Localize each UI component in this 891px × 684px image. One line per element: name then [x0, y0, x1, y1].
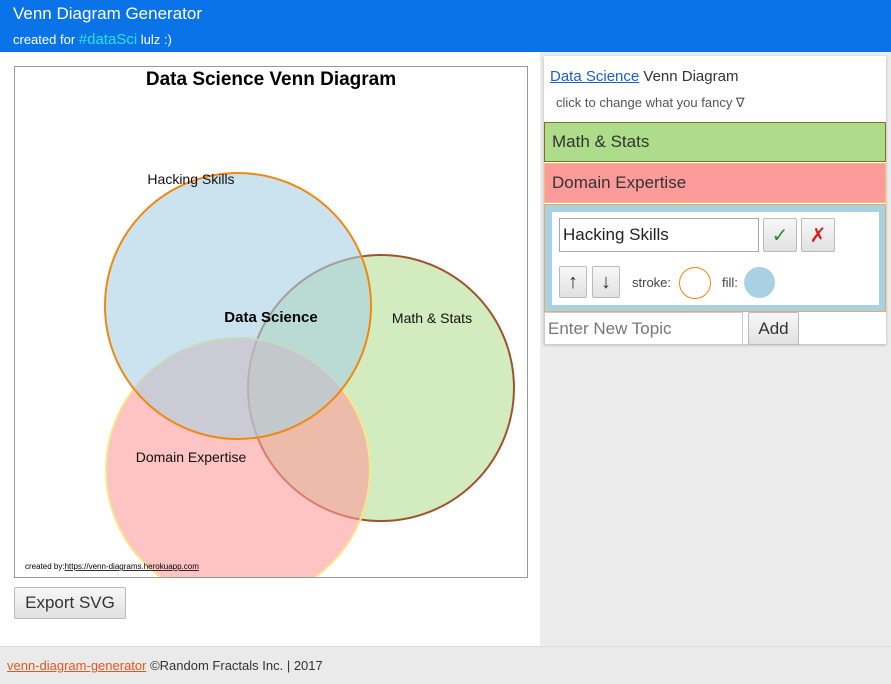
credit-link[interactable]: https://venn-diagrams.herokuapp.com	[65, 562, 200, 571]
heading-suffix: Venn Diagram	[643, 68, 739, 85]
new-topic-input[interactable]	[544, 312, 743, 345]
label-hacking-skills: Hacking Skills	[147, 171, 234, 187]
stroke-color-picker[interactable]	[679, 267, 711, 299]
delete-button[interactable]: ✗	[801, 218, 835, 252]
subtitle-prefix: created for	[13, 32, 76, 47]
label-math-stats: Math & Stats	[392, 310, 472, 326]
topic-editor: ✓ ✗ ↑ ↓ stroke: fill:	[544, 204, 886, 312]
confirm-button[interactable]: ✓	[763, 218, 797, 252]
export-svg-button[interactable]: Export SVG	[14, 587, 126, 619]
footer-text: ©Random Fractals Inc. | 2017	[150, 658, 323, 673]
hashtag-link[interactable]: #dataSci	[79, 31, 137, 48]
panel-heading: Data Science Venn Diagram	[550, 68, 738, 85]
credit-text: created by:https://venn-diagrams.herokua…	[25, 562, 199, 571]
topic-name-input[interactable]	[559, 218, 759, 252]
venn-circle-hacking-skills[interactable]	[104, 172, 372, 440]
topics-panel: Data Science Venn Diagram click to chang…	[540, 52, 891, 646]
credit-prefix: created by:	[25, 562, 65, 571]
app-header: Venn Diagram Generator created for #data…	[0, 0, 891, 52]
fill-color-picker[interactable]	[744, 267, 775, 298]
fill-label: fill:	[722, 275, 738, 290]
topic-item-domain-expertise[interactable]: Domain Expertise	[544, 163, 886, 203]
label-domain-expertise: Domain Expertise	[136, 449, 247, 465]
arrow-up-icon: ↑	[568, 270, 578, 293]
footer-link[interactable]: venn-diagram-generator	[7, 658, 146, 673]
diagram-title: Data Science Venn Diagram	[146, 69, 396, 90]
topic-editor-body: ✓ ✗ ↑ ↓ stroke: fill:	[552, 212, 879, 305]
venn-diagram-frame: Data Science Venn Diagram Hacking Skills…	[14, 66, 528, 603]
page-footer: venn-diagram-generator ©Random Fractals …	[0, 646, 891, 684]
diagram-panel: Data Science Venn Diagram Hacking Skills…	[0, 52, 540, 646]
move-down-button[interactable]: ↓	[592, 266, 620, 298]
stroke-label: stroke:	[632, 275, 672, 290]
venn-diagram-svg: Data Science Venn Diagram Hacking Skills…	[25, 69, 515, 603]
app-title: Venn Diagram Generator	[13, 4, 202, 23]
panel-hint: click to change what you fancy ∇	[556, 95, 745, 110]
arrow-down-icon: ↓	[601, 270, 611, 293]
label-data-science: Data Science	[224, 309, 317, 326]
add-topic-button[interactable]: Add	[748, 312, 799, 345]
close-icon: ✗	[809, 224, 827, 247]
title-link[interactable]: Data Science	[550, 68, 639, 85]
topic-item-math-stats[interactable]: Math & Stats	[544, 122, 886, 162]
app-subtitle: created for #dataSci lulz :)	[13, 31, 172, 48]
check-icon: ✓	[771, 224, 789, 247]
subtitle-suffix: lulz :)	[140, 32, 172, 47]
move-up-button[interactable]: ↑	[559, 266, 587, 298]
topics-card: Data Science Venn Diagram click to chang…	[544, 56, 886, 345]
